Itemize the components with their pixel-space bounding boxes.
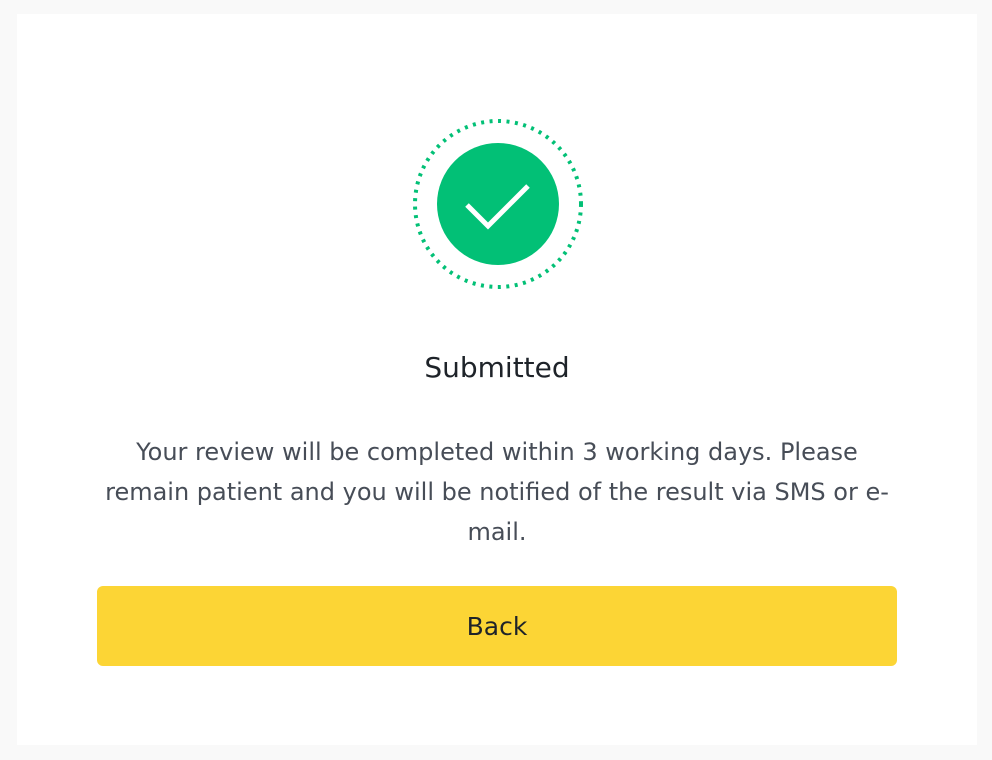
check-circle-icon bbox=[412, 118, 584, 290]
page-title: Submitted bbox=[424, 351, 570, 384]
success-circle bbox=[437, 143, 559, 265]
status-message: Your review will be completed within 3 w… bbox=[105, 438, 889, 546]
back-button[interactable]: Back bbox=[97, 586, 897, 666]
submission-status-card: Submitted Your review will be completed … bbox=[17, 14, 977, 745]
